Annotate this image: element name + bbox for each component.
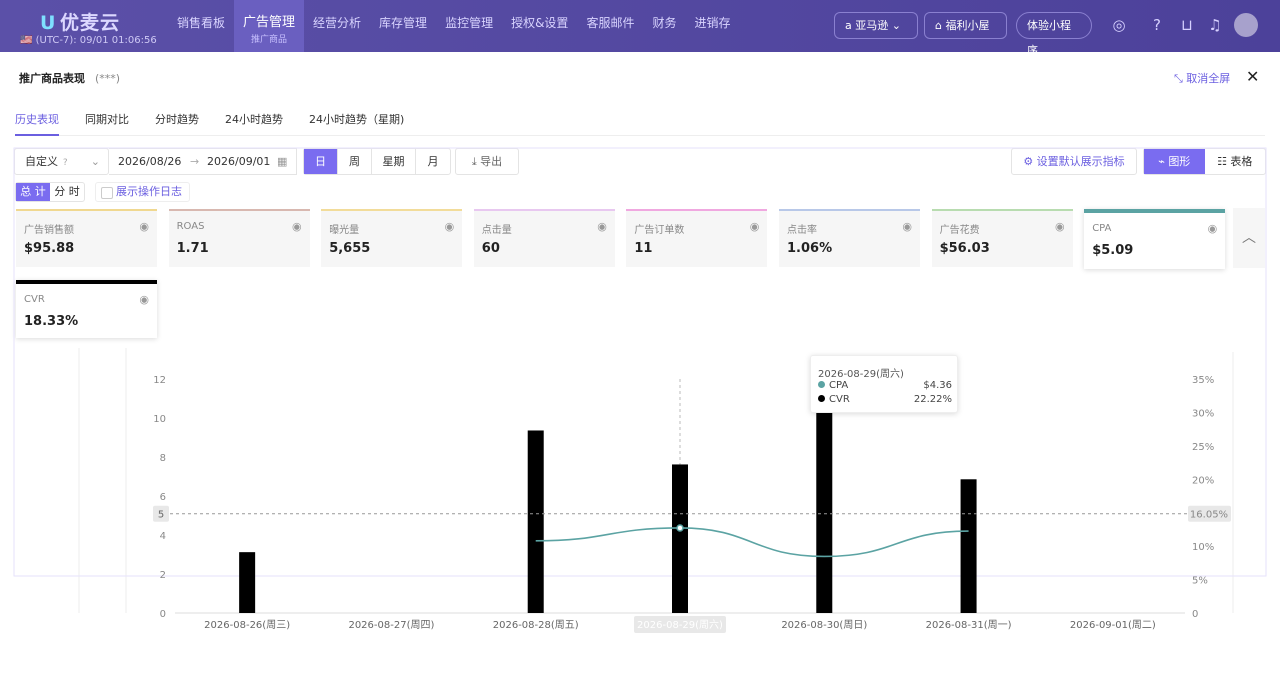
y-left-tick-label: 4 [160, 531, 166, 542]
y-right-tick-label: 0 [1192, 609, 1198, 620]
nav-item[interactable]: 广告管理 推广商品 [234, 0, 305, 52]
welfare-button[interactable]: ⌂ 福利小屋 [924, 12, 1007, 39]
app-logo[interactable]: U 优麦云 [40, 8, 120, 35]
average-label-right: 16.05% [1190, 510, 1228, 521]
cvr-bar [672, 464, 688, 613]
nav-item[interactable]: 库存管理 [370, 0, 436, 52]
nav-item[interactable]: 监控管理 [436, 0, 502, 52]
ai-icon[interactable]: ◎ [1108, 14, 1130, 36]
y-right-tick-label: 20% [1192, 475, 1214, 486]
cart-icon[interactable]: ⊔ [1176, 14, 1198, 36]
nav-item[interactable]: 进销存 [685, 0, 739, 52]
nav-item[interactable]: 经营分析 [304, 0, 370, 52]
x-tick-label: 2026-08-27(周四) [348, 619, 434, 631]
tooltip-row-cpa: CPA $4.36 [818, 380, 952, 391]
nav-subtitle: 推广商品 [251, 35, 288, 45]
nav-item[interactable]: 销售看板 [168, 0, 234, 52]
legend-dot [818, 381, 825, 388]
miniprogram-button[interactable]: 体验小程序 [1016, 12, 1092, 57]
panel-outline [13, 147, 1267, 577]
cvr-bar [960, 479, 977, 613]
main-nav: 销售看板 广告管理 推广商品 经营分析 库存管理 监控管理 授权&设置 客服邮件 财务 进销存 [168, 0, 739, 52]
cpa-point [676, 524, 684, 532]
cvr-bar [239, 552, 256, 613]
avatar[interactable] [1234, 13, 1258, 37]
top-nav-bar: U 优麦云 🇺🇸 (UTC-7): 09/01 01:06:56 销售看板 广告管理… [0, 0, 1280, 57]
y-right-tick-label: 30% [1192, 408, 1214, 419]
logo-icon: U [40, 12, 57, 34]
x-tick-label: 2026-08-31(周一) [926, 619, 1012, 631]
cvr-bar [527, 430, 544, 613]
amazon-icon: a [845, 19, 856, 32]
y-left-tick-label: 10 [153, 414, 166, 425]
x-tick-label: 2026-08-28(周五) [493, 619, 579, 631]
y-left-tick-label: 12 [153, 375, 166, 386]
marketplace-select[interactable]: a 亚马逊 ⌄ [834, 12, 918, 39]
tooltip-title: 2026-08-29(周六) [818, 369, 904, 380]
y-right-tick-label: 35% [1192, 375, 1214, 386]
y-right-tick-label: 10% [1192, 542, 1214, 553]
bell-icon[interactable]: ♫ [1204, 14, 1226, 36]
x-tick-label: 2026-09-01(周二) [1070, 619, 1156, 631]
cpa-line [535, 527, 969, 558]
y-right-tick-label: 5% [1192, 576, 1208, 587]
help-icon[interactable]: ? [1146, 14, 1168, 36]
x-tick-label: 2026-08-26(周三) [204, 619, 290, 631]
nav-item[interactable]: 财务 [643, 0, 685, 52]
y-left-tick-label: 0 [160, 609, 166, 620]
trend-chart: 02468101205%10%15%20%25%30%35%516.05%202… [13, 147, 1267, 633]
x-tick-label: 2026-08-30(周日) [781, 619, 867, 631]
chart-tooltip: 2026-08-29(周六) CPA $4.36 CVR 22.22% [810, 355, 958, 413]
average-label-left: 5 [158, 510, 164, 521]
timezone-clock: 🇺🇸 (UTC-7): 09/01 01:06:56 [20, 35, 157, 46]
nav-item[interactable]: 客服邮件 [577, 0, 643, 52]
tooltip-row-cvr: CVR 22.22% [818, 394, 952, 405]
gift-icon: ⌂ [935, 19, 942, 32]
legend-dot [818, 395, 825, 402]
x-tick-label: 2026-08-29(周六) [637, 619, 723, 631]
cvr-bar [816, 409, 833, 613]
nav-item[interactable]: 授权&设置 [502, 0, 577, 52]
y-left-tick-label: 6 [160, 492, 166, 503]
y-right-tick-label: 25% [1192, 442, 1214, 453]
y-left-tick-label: 8 [160, 453, 166, 464]
y-left-tick-label: 2 [160, 570, 166, 581]
product-performance-modal: 推广商品表现 (***) ⤡ 取消全屏 ✕ 历史表现 同期对比 分时趋势 24小时趋势 2… [0, 52, 1280, 693]
